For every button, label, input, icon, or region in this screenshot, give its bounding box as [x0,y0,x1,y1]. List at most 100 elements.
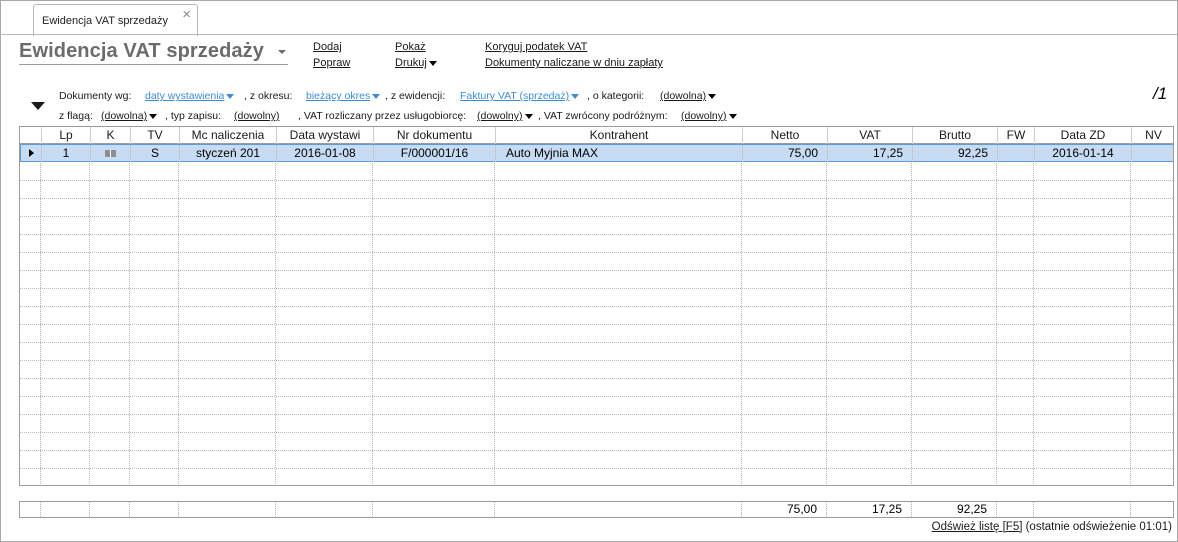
table-cell-empty [373,181,495,198]
collapse-filters-icon[interactable] [31,102,45,110]
column-header-k[interactable]: K [91,127,131,144]
table-cell-empty [912,469,997,485]
table-cell-empty [742,325,827,342]
tab-ewidencja-vat-sprzedazy[interactable]: Ewidencja VAT sprzedaży × [33,4,198,36]
flag-select[interactable]: (dowolna) [101,110,158,122]
category-select[interactable]: (dowolna) [660,90,717,102]
table-row-empty[interactable] [20,289,1173,307]
column-header-mc-naliczenia[interactable]: Mc naliczenia [180,127,277,144]
table-cell-empty [20,397,41,414]
period-select[interactable]: bieżący okres [306,90,381,102]
table-cell-empty [373,325,495,342]
table-cell-empty [20,271,41,288]
column-header-data-zd[interactable]: Data ZD [1035,127,1132,144]
payment-day-documents-link[interactable]: Dokumenty naliczane w dniu zapłaty [485,57,663,69]
totals-cell-kontrahent [495,502,742,517]
column-header-vat[interactable]: VAT [828,127,913,144]
table-cell-empty [1131,343,1173,360]
table-cell-empty [130,469,179,485]
show-button[interactable]: Pokaż [395,41,426,53]
table-row-empty[interactable] [20,181,1173,199]
column-header-brutto[interactable]: Brutto [913,127,998,144]
total-netto: 75,00 [742,502,827,517]
table-row-empty[interactable] [20,199,1173,217]
table-row-empty[interactable] [20,343,1173,361]
totals-cell-lp [41,502,90,517]
documents-by-value: daty wystawienia [145,90,225,102]
column-header-nv[interactable]: NV [1132,127,1173,144]
service-recipient-vat-select[interactable]: (dowolny) [477,110,533,122]
table-cell-empty [179,289,276,306]
table-row-empty[interactable] [20,271,1173,289]
table-cell-empty [20,217,41,234]
table-row-empty[interactable] [20,235,1173,253]
table-cell-empty [1131,163,1173,180]
table-row-empty[interactable] [20,253,1173,271]
table-row-empty[interactable] [20,307,1173,325]
table-cell-empty [90,253,130,270]
table-cell-empty [997,163,1034,180]
totals-cell-k [90,502,130,517]
table-cell-empty [742,415,827,432]
table-cell-empty [495,289,742,306]
table-row-empty[interactable] [20,433,1173,451]
totals-cell-nr [373,502,495,517]
correct-vat-button[interactable]: Koryguj podatek VAT [485,41,587,53]
column-header-netto[interactable]: Netto [743,127,828,144]
column-header-tv[interactable]: TV [131,127,180,144]
table-cell-empty [1131,433,1173,450]
table-cell-empty [1131,379,1173,396]
table-cell-empty [276,361,373,378]
table-row-empty[interactable] [20,163,1173,181]
table-cell-empty [373,163,495,180]
add-button[interactable]: Dodaj [313,41,342,53]
table-cell-empty [495,379,742,396]
title-dropdown-icon[interactable] [278,50,286,54]
table-row-empty[interactable] [20,397,1173,415]
table-row-empty[interactable] [20,451,1173,469]
table-cell-empty [912,397,997,414]
table-cell-empty [130,343,179,360]
table-cell-empty [827,397,912,414]
documents-by-select[interactable]: daty wystawienia [145,90,235,102]
table-row-empty[interactable] [20,469,1173,485]
column-header-lp[interactable]: Lp [42,127,91,144]
table-cell-empty [997,325,1034,342]
last-refresh-info: (ostatnie odświeżenie 01:01) [1022,521,1172,533]
table-row[interactable]: 1 S styczeń 201 2016-01-08 F/000001/16 A… [20,144,1173,162]
documents-table[interactable]: Lp K TV Mc naliczenia Data wystawi Nr do… [19,126,1174,486]
page-title[interactable]: Ewidencja VAT sprzedaży [19,40,264,63]
column-header-nr-dokumentu[interactable]: Nr dokumentu [374,127,496,144]
column-header-fw[interactable]: FW [998,127,1035,144]
print-button[interactable]: Drukuj [395,57,437,69]
refresh-list-link[interactable]: Odśwież listę [F5] [932,521,1023,533]
column-header-kontrahent[interactable]: Kontrahent [496,127,743,144]
table-cell-empty [130,397,179,414]
table-row-empty[interactable] [20,379,1173,397]
chevron-down-icon [149,113,158,119]
table-row-empty[interactable] [20,415,1173,433]
register-select[interactable]: Faktury VAT (sprzedaż) [460,90,580,102]
table-cell-empty [742,271,827,288]
table-cell-empty [41,325,90,342]
totals-cell-data [276,502,373,517]
entry-type-select[interactable]: (dowolny) [234,110,280,122]
register-value: Faktury VAT (sprzedaż) [460,90,570,102]
table-cell-empty [827,289,912,306]
column-header-data-wystawienia[interactable]: Data wystawi [277,127,374,144]
table-row-empty[interactable] [20,325,1173,343]
total-vat: 17,25 [827,502,912,517]
table-cell-empty [179,199,276,216]
table-cell-empty [1034,451,1131,468]
table-row-empty[interactable] [20,361,1173,379]
close-icon[interactable]: × [182,7,191,23]
edit-button[interactable]: Popraw [313,57,350,69]
table-row-empty[interactable] [20,217,1173,235]
traveler-vat-select[interactable]: (dowolny) [681,110,737,122]
table-cell-empty [912,181,997,198]
table-cell-empty [827,181,912,198]
title-underline [19,64,288,65]
table-cell-empty [495,469,742,485]
table-cell-empty [912,343,997,360]
period-value: bieżący okres [306,90,371,102]
